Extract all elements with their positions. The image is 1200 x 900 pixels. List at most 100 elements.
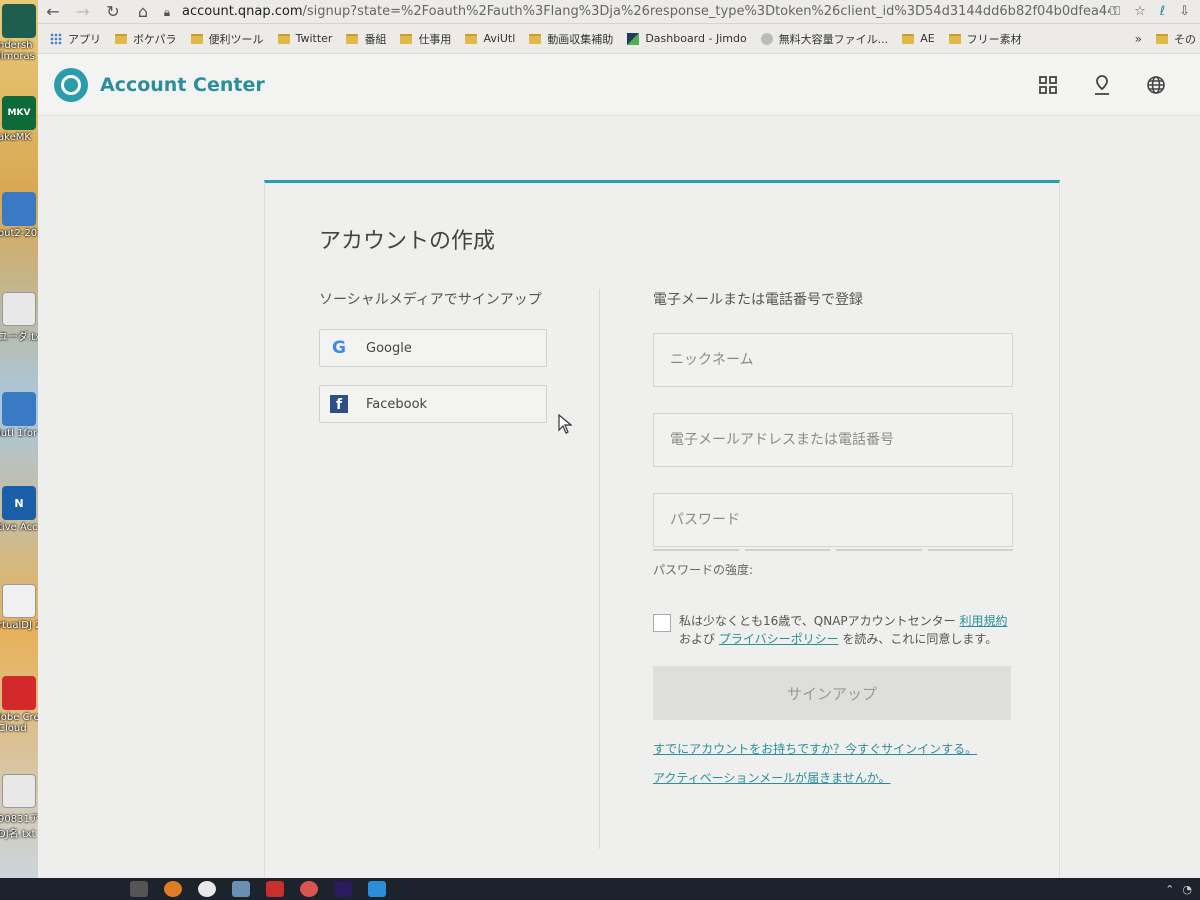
terms-checkbox[interactable]: [653, 614, 671, 632]
chevron-up-icon[interactable]: ⌃: [1165, 883, 1174, 896]
after-effects-icon[interactable]: [334, 881, 352, 897]
creative-cloud-icon: [2, 676, 36, 710]
google-button-label: Google: [366, 340, 412, 356]
signup-button[interactable]: サインアップ: [653, 666, 1011, 720]
folder-icon: [115, 33, 127, 44]
text-file-icon: [2, 774, 36, 808]
password-input[interactable]: [670, 512, 1012, 528]
bookmark-item[interactable]: AviUtl: [465, 32, 515, 45]
signin-link[interactable]: すでにアカウントをお持ちですか？今すぐサインインする。: [653, 740, 1015, 757]
column-divider: [599, 289, 600, 849]
bookmark-item[interactable]: 仕事用: [400, 31, 451, 47]
forward-icon[interactable]: →: [68, 0, 98, 24]
page-title: アカウントの作成: [319, 229, 496, 254]
password-field[interactable]: [653, 493, 1013, 547]
privacy-policy-link[interactable]: プライバシーポリシー: [719, 632, 839, 646]
folder-icon: [277, 33, 290, 44]
jimdo-icon: [627, 32, 640, 45]
extension-icon[interactable]: ℓ: [1160, 4, 1165, 19]
bookmark-item[interactable]: アプリ: [50, 31, 101, 47]
nickname-input[interactable]: [670, 352, 1012, 368]
bookmark-label: 便利ツール: [208, 32, 264, 46]
email-phone-field[interactable]: [653, 413, 1013, 467]
bookmark-label: 動画収集補助: [547, 32, 614, 46]
terms-text: 私は少なくとも16歳で、QNAPアカウントセンター 利用規約 および プライバシ…: [679, 612, 1013, 648]
qnap-logo-icon[interactable]: [54, 67, 88, 102]
download-icon[interactable]: ⇩: [1179, 4, 1190, 19]
bookmark-item[interactable]: AE: [902, 32, 935, 45]
lock-icon: 🔒︎: [163, 4, 171, 19]
app-icon: [2, 4, 36, 38]
site-header: Account Center: [38, 54, 1200, 116]
bookmark-label: Dashboard - Jimdo: [645, 32, 747, 45]
app-icon: N: [2, 486, 36, 520]
bookmark-item[interactable]: Twitter: [277, 32, 332, 45]
terms-of-use-link[interactable]: 利用規約: [959, 614, 1007, 628]
bookmark-item[interactable]: 番組: [346, 31, 386, 47]
facebook-signup-button[interactable]: f Facebook: [319, 385, 547, 423]
bookmark-label: その: [1174, 32, 1196, 46]
system-tray: ⌃ ◔: [1165, 883, 1200, 896]
mouse-cursor-icon: [558, 413, 573, 438]
home-icon[interactable]: ⌂: [128, 0, 158, 24]
register-section-label: 電子メールまたは電話番号で登録: [653, 292, 863, 308]
password-strength-label: パスワードの強度:: [653, 563, 754, 577]
google-icon: G: [332, 338, 346, 358]
back-icon[interactable]: ←: [38, 0, 68, 24]
signup-card: アカウントの作成 ソーシャルメディアでサインアップ G Google f Fac…: [264, 180, 1060, 900]
bookmark-label: アプリ: [68, 32, 101, 46]
facebook-button-label: Facebook: [366, 396, 428, 412]
terms-text-prefix: 私は少なくとも16歳で、QNAPアカウントセンター: [679, 614, 960, 628]
globe-icon[interactable]: [1146, 75, 1166, 95]
location-pin-icon[interactable]: [1092, 74, 1112, 95]
folder-icon: [1156, 33, 1168, 44]
bookmark-item[interactable]: 便利ツール: [190, 31, 264, 47]
taskbar-app-icon[interactable]: [368, 881, 386, 897]
bookmark-label: 無料大容量ファイル...: [778, 32, 889, 46]
url-field[interactable]: account.qnap.com/signup?state=%2Foauth%2…: [176, 4, 1110, 19]
google-signup-button[interactable]: G Google: [319, 329, 547, 367]
folder-icon: [190, 33, 203, 44]
bookmark-item[interactable]: Dashboard - Jimdo: [627, 32, 747, 45]
apps-grid-icon[interactable]: [1038, 75, 1058, 95]
bookmark-item[interactable]: 無料大容量ファイル...: [760, 31, 889, 47]
email-phone-input[interactable]: [670, 432, 1012, 448]
bookmark-item[interactable]: ボケパラ: [115, 31, 177, 47]
taskbar-app-icon[interactable]: [130, 881, 148, 897]
password-strength-meter: [653, 549, 1013, 551]
nickname-field[interactable]: [653, 333, 1013, 387]
folder-icon: [346, 33, 359, 44]
bookmarks-overflow-button[interactable]: »: [1135, 32, 1142, 46]
taskbar-app-icon[interactable]: [266, 881, 284, 897]
folder-icon: [465, 33, 478, 44]
reload-icon[interactable]: ↻: [98, 0, 128, 24]
network-icon[interactable]: ◔: [1182, 883, 1192, 896]
terms-agreement: 私は少なくとも16歳で、QNAPアカウントセンター 利用規約 および プライバシ…: [653, 612, 1015, 648]
taskbar-app-icon[interactable]: [232, 881, 250, 897]
star-icon[interactable]: ☆: [1134, 4, 1146, 19]
file-icon: [2, 584, 36, 618]
taskbar: ⌃ ◔: [0, 878, 1200, 900]
terms-text-suffix: を読み、これに同意します。: [838, 632, 998, 646]
email-signup-column: 電子メールまたは電話番号で登録 パスワードの強度: 私は少なく: [653, 289, 1015, 786]
web-icon: [760, 32, 773, 45]
bookmark-label: AE: [920, 32, 935, 45]
folder-icon: [902, 33, 915, 44]
bookmark-item[interactable]: 動画収集補助: [529, 31, 613, 47]
facebook-icon: f: [330, 395, 348, 413]
taskbar-app-icon[interactable]: [198, 881, 216, 897]
key-icon[interactable]: ⚿: [1110, 4, 1120, 19]
address-bar: ← → ↻ ⌂ 🔒︎ account.qnap.com/signup?state…: [38, 0, 1200, 24]
terms-text-middle: および: [679, 632, 719, 646]
taskbar-browser-icon[interactable]: [164, 881, 182, 897]
other-bookmarks-folder[interactable]: その: [1156, 31, 1200, 47]
resend-activation-link[interactable]: アクティベーションメールが届きませんか。: [653, 769, 1015, 786]
mkv-icon: MKV: [2, 96, 36, 130]
brand-title[interactable]: Account Center: [100, 74, 265, 96]
taskbar-app-icon[interactable]: [300, 881, 318, 897]
file-icon: [2, 392, 36, 426]
url-host: account.qnap.com: [182, 4, 303, 19]
folder-icon: [529, 33, 542, 44]
bookmark-item[interactable]: フリー素材: [948, 31, 1022, 47]
social-signup-column: ソーシャルメディアでサインアップ G Google f Facebook: [319, 289, 549, 423]
